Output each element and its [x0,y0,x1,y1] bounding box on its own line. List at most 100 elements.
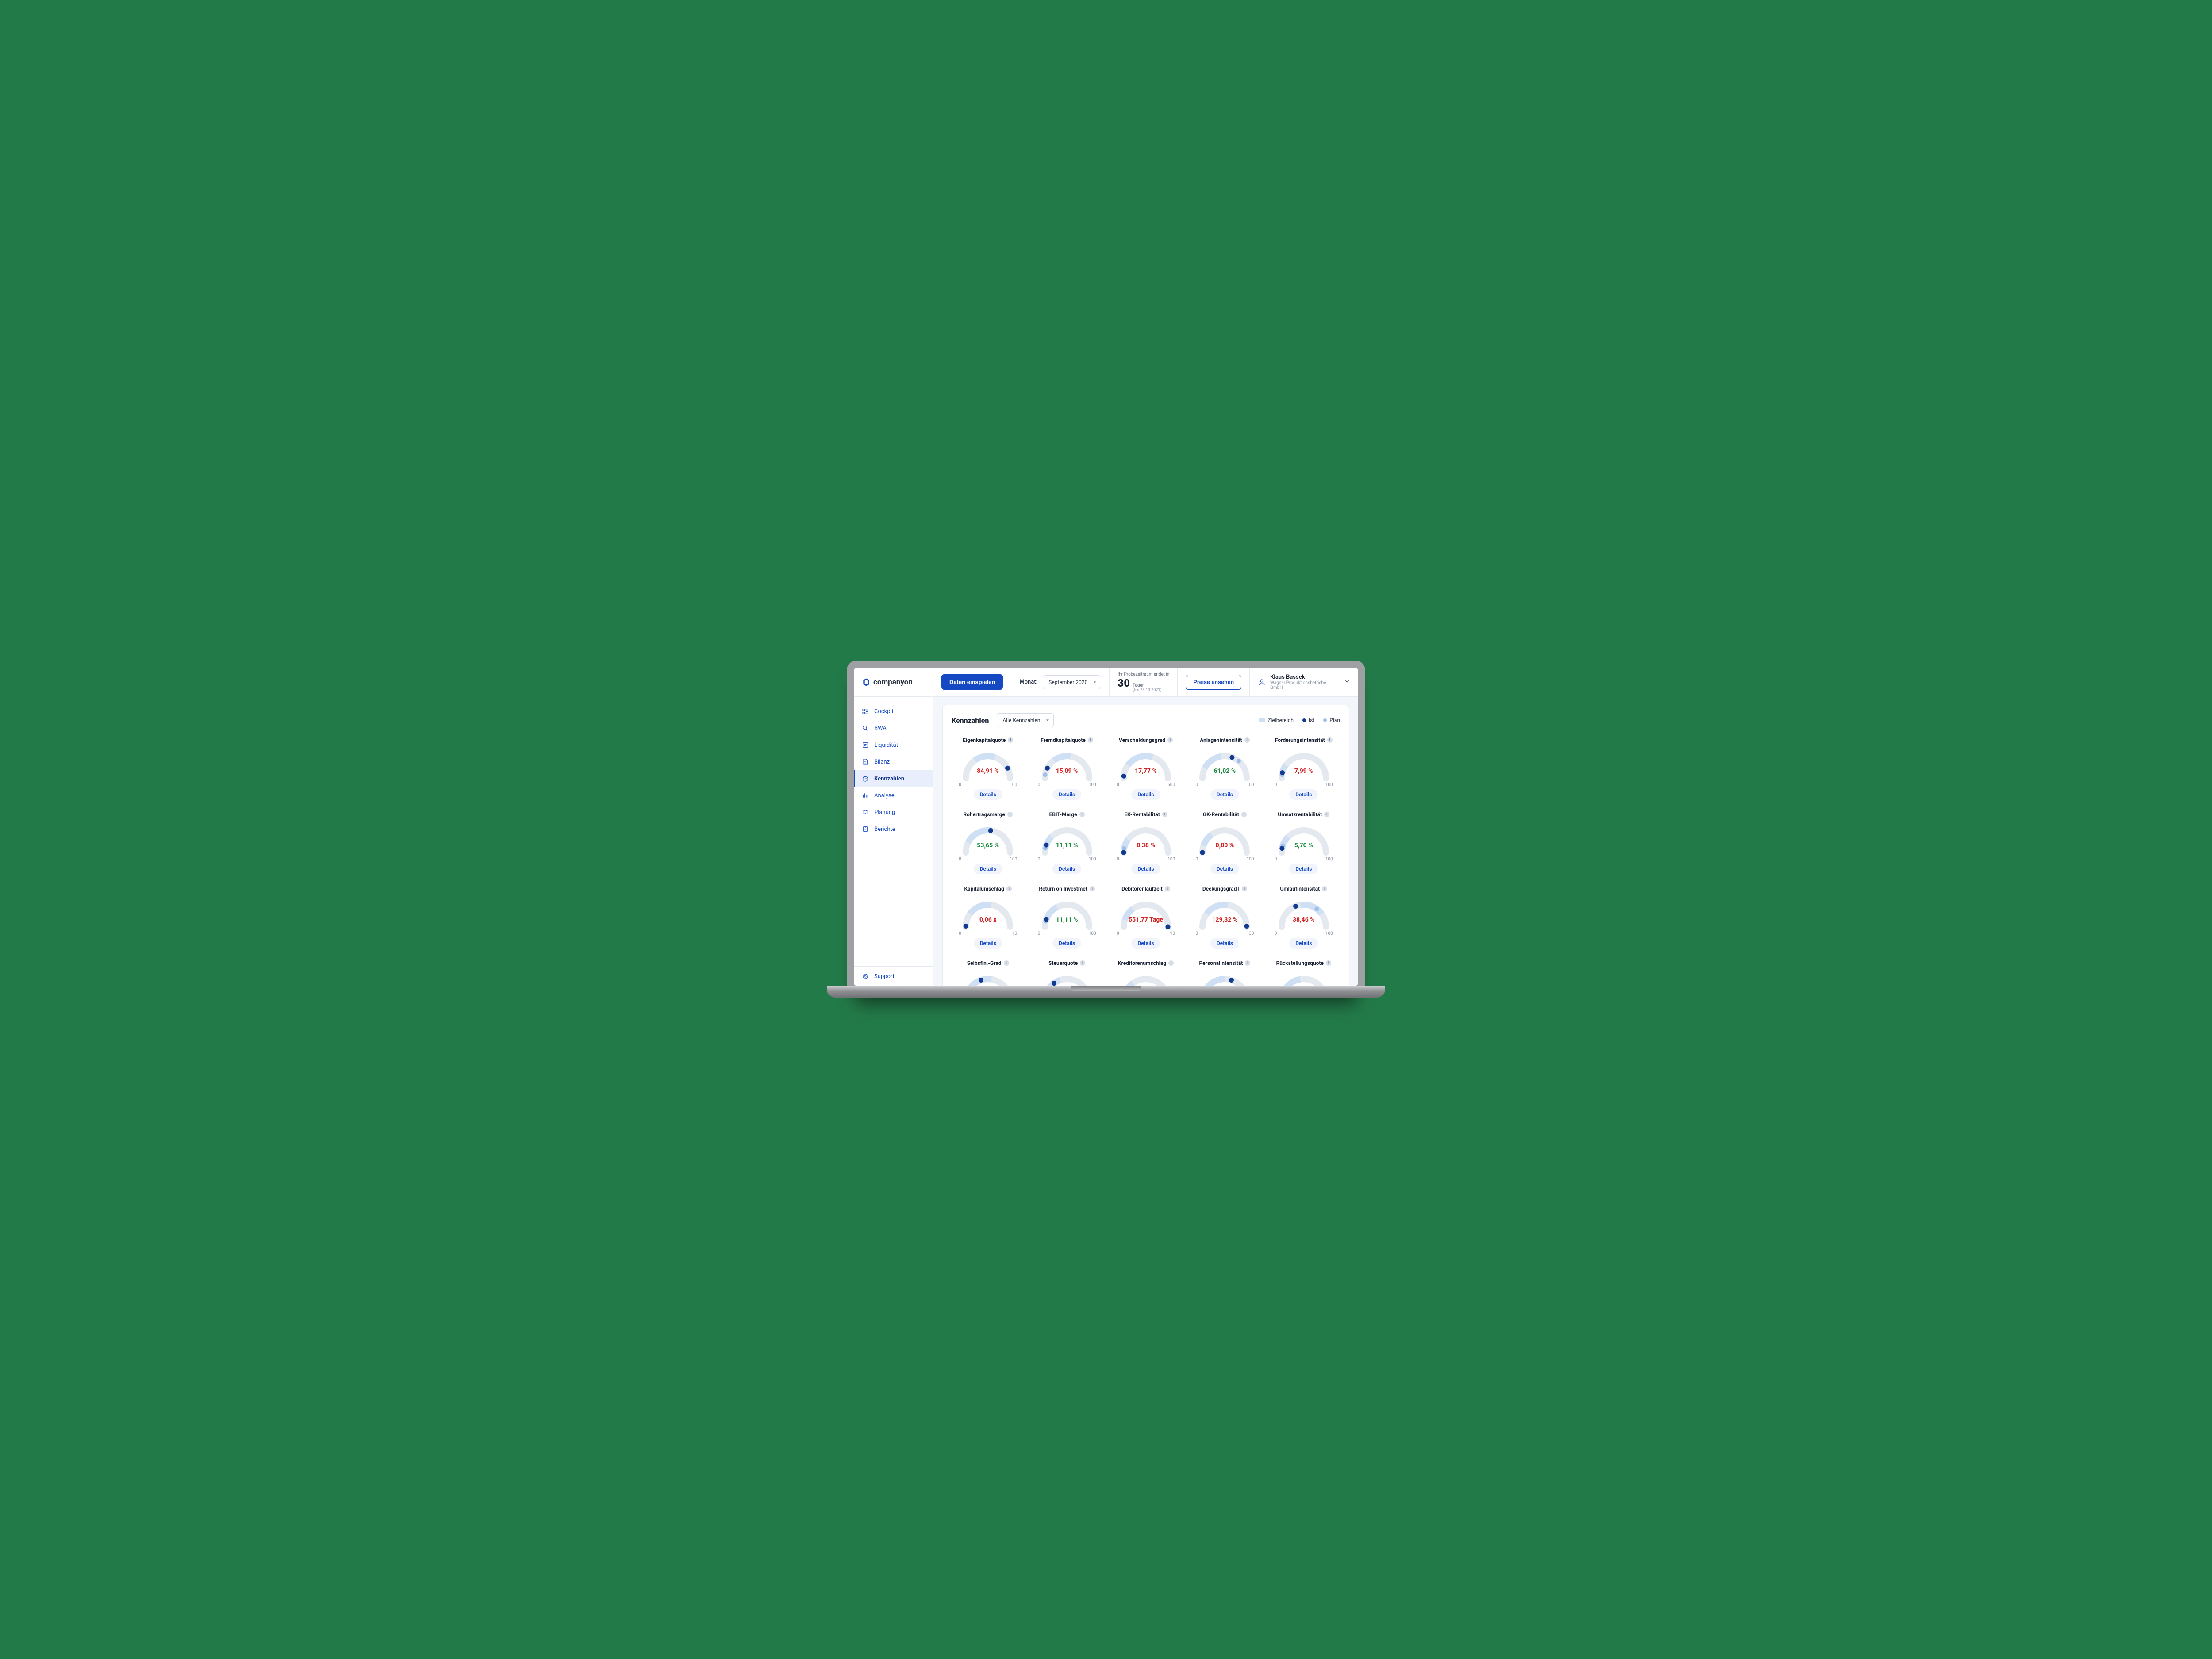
kpi-gauge: 0,38 % [1113,821,1179,860]
trial-days-unit: Tagen [1133,683,1162,688]
kpi-details-button[interactable]: Details [974,938,1002,949]
kpi-gauge: 11,11 % [1034,821,1100,860]
info-icon[interactable]: i [1327,737,1333,743]
brand: companyon [854,668,933,696]
legend-ziel-swatch [1259,718,1265,722]
kpi-details-button[interactable]: Details [974,864,1002,874]
info-icon[interactable]: i [1241,812,1247,817]
kpi-title: Deckungsgrad Ii [1202,886,1247,892]
pricing-button[interactable]: Preise ansehen [1186,675,1241,690]
sidebar-item-label: Berichte [874,826,895,833]
info-icon[interactable]: i [1167,737,1173,743]
month-cell: Monat: September 2020 [1011,668,1110,696]
kpi-title: GK-Rentabilitäti [1203,811,1247,818]
kpi-value: 5,70 % [1271,842,1337,849]
kpi-details-button[interactable]: Details [974,789,1002,800]
panel-head: Kennzahlen Alle Kennzahlen Zielbereich I… [952,713,1340,727]
kpi-gauge: 5,70 % [1271,821,1337,860]
kpi-title: EBIT-Margei [1049,811,1085,818]
kpi-gauge: 84,91 % [955,746,1021,785]
kpi-filter-select[interactable]: Alle Kennzahlen [997,713,1054,727]
kpi-gauge: 7,99 % [1271,746,1337,785]
legend-ziel: Zielbereich [1267,717,1294,723]
kpi-details-button[interactable]: Details [1289,789,1318,800]
info-icon[interactable]: i [1004,960,1009,966]
search-icon [862,725,869,732]
bars-icon [862,792,869,799]
app-screen: companyon Daten einspielen Monat: Septem… [854,668,1358,986]
kpi-gauge [955,969,1021,986]
sidebar-item-bilanz[interactable]: Bilanz [854,753,933,770]
info-icon[interactable]: i [1088,737,1093,743]
info-icon[interactable]: i [1006,886,1012,891]
kpi-details-button[interactable]: Details [1131,938,1160,949]
kpi-details-button[interactable]: Details [1210,938,1239,949]
kpi-details-button[interactable]: Details [1289,864,1318,874]
kpi-title: Verschuldungsgradi [1119,737,1173,743]
kpi-title: Anlagenintensitäti [1200,737,1249,743]
sidebar-item-kennzahlen[interactable]: Kennzahlen [854,770,933,787]
topbar: companyon Daten einspielen Monat: Septem… [854,668,1358,697]
sidebar-item-liquidität[interactable]: Liquidität [854,737,933,753]
info-icon[interactable]: i [1162,812,1167,817]
sidebar-item-bwa[interactable]: BWA [854,720,933,737]
info-icon[interactable]: i [1079,812,1085,817]
pricing-cell: Preise ansehen [1178,668,1250,696]
legend-ist-swatch [1302,718,1306,722]
user-cell[interactable]: Klaus Bassek Wagner Produktionsbetriebe … [1250,668,1358,696]
kpi-title: Umsatzrentabilitäti [1278,811,1329,818]
kpi-details-button[interactable]: Details [1131,864,1160,874]
sidebar-item-planung[interactable]: Planung [854,804,933,821]
kpi-details-button[interactable]: Details [1052,864,1081,874]
month-select[interactable]: September 2020 [1043,675,1101,689]
info-icon[interactable]: i [1324,812,1329,817]
kpi-details-button[interactable]: Details [1289,938,1318,949]
legend: Zielbereich Ist Plan [1259,717,1340,723]
sidebar-item-label: Kennzahlen [874,776,904,782]
info-icon[interactable]: i [1165,886,1170,891]
kpi-title: Selbsfin.-Gradi [967,960,1009,966]
kpi-details-button[interactable]: Details [1210,864,1239,874]
kpi-gauge [1034,969,1100,986]
sidebar-item-support[interactable]: Support [854,966,933,986]
kpi-gauge: 0,06 x [955,895,1021,934]
kpi-details-button[interactable]: Details [1131,789,1160,800]
info-icon[interactable]: i [1326,960,1331,966]
sidebar-item-cockpit[interactable]: Cockpit [854,703,933,720]
info-icon[interactable]: i [1168,960,1174,966]
sidebar-item-label: Analyse [874,792,895,799]
kpi-card: Umsatzrentabilitäti5,70 %0100Details [1267,806,1340,876]
kpi-title: Forderungsintensitäti [1275,737,1333,743]
info-icon[interactable]: i [1080,960,1085,966]
kpi-panel: Kennzahlen Alle Kennzahlen Zielbereich I… [942,705,1349,986]
kpi-card: EBIT-Margei11,11 %0100Details [1030,806,1103,876]
kpi-filter-value: Alle Kennzahlen [1002,717,1040,723]
kpi-card: Eigenkapitalquotei84,91 %0100Details [952,732,1024,802]
kpi-value: 0,00 % [1191,842,1258,849]
kpi-gauge: 53,65 % [955,821,1021,860]
info-icon[interactable]: i [1245,960,1250,966]
info-icon[interactable]: i [1090,886,1095,891]
kpi-title: Kapitalumschlagi [964,886,1012,892]
legend-ist: Ist [1309,717,1314,723]
user-avatar-icon [1258,678,1266,686]
kpi-details-button[interactable]: Details [1052,938,1081,949]
sidebar: CockpitBWA Liquidität Bilanz Kennzahlen Anal… [854,697,933,986]
info-icon[interactable]: i [1322,886,1327,891]
info-icon[interactable]: i [1242,886,1247,891]
import-data-button[interactable]: Daten einspielen [941,674,1003,690]
info-icon[interactable]: i [1244,737,1250,743]
sidebar-item-berichte[interactable]: Berichte [854,821,933,837]
sidebar-item-label: Liquidität [874,742,898,749]
kpi-card: Kapitalumschlagi0,06 x010Details [952,880,1024,950]
kpi-card: Verschuldungsgradi17,77 %0500Details [1110,732,1182,802]
kpi-details-button[interactable]: Details [1210,789,1239,800]
kpi-value: 61,02 % [1191,768,1258,775]
chevron-down-icon[interactable] [1344,678,1350,686]
sidebar-item-analyse[interactable]: Analyse [854,787,933,804]
info-icon[interactable]: i [1007,812,1013,817]
kpi-grid: Eigenkapitalquotei84,91 %0100DetailsFrem… [952,732,1340,986]
kpi-details-button[interactable]: Details [1052,789,1081,800]
info-icon[interactable]: i [1008,737,1013,743]
kpi-card: Rückstellungsquotei0100Details [1267,955,1340,986]
